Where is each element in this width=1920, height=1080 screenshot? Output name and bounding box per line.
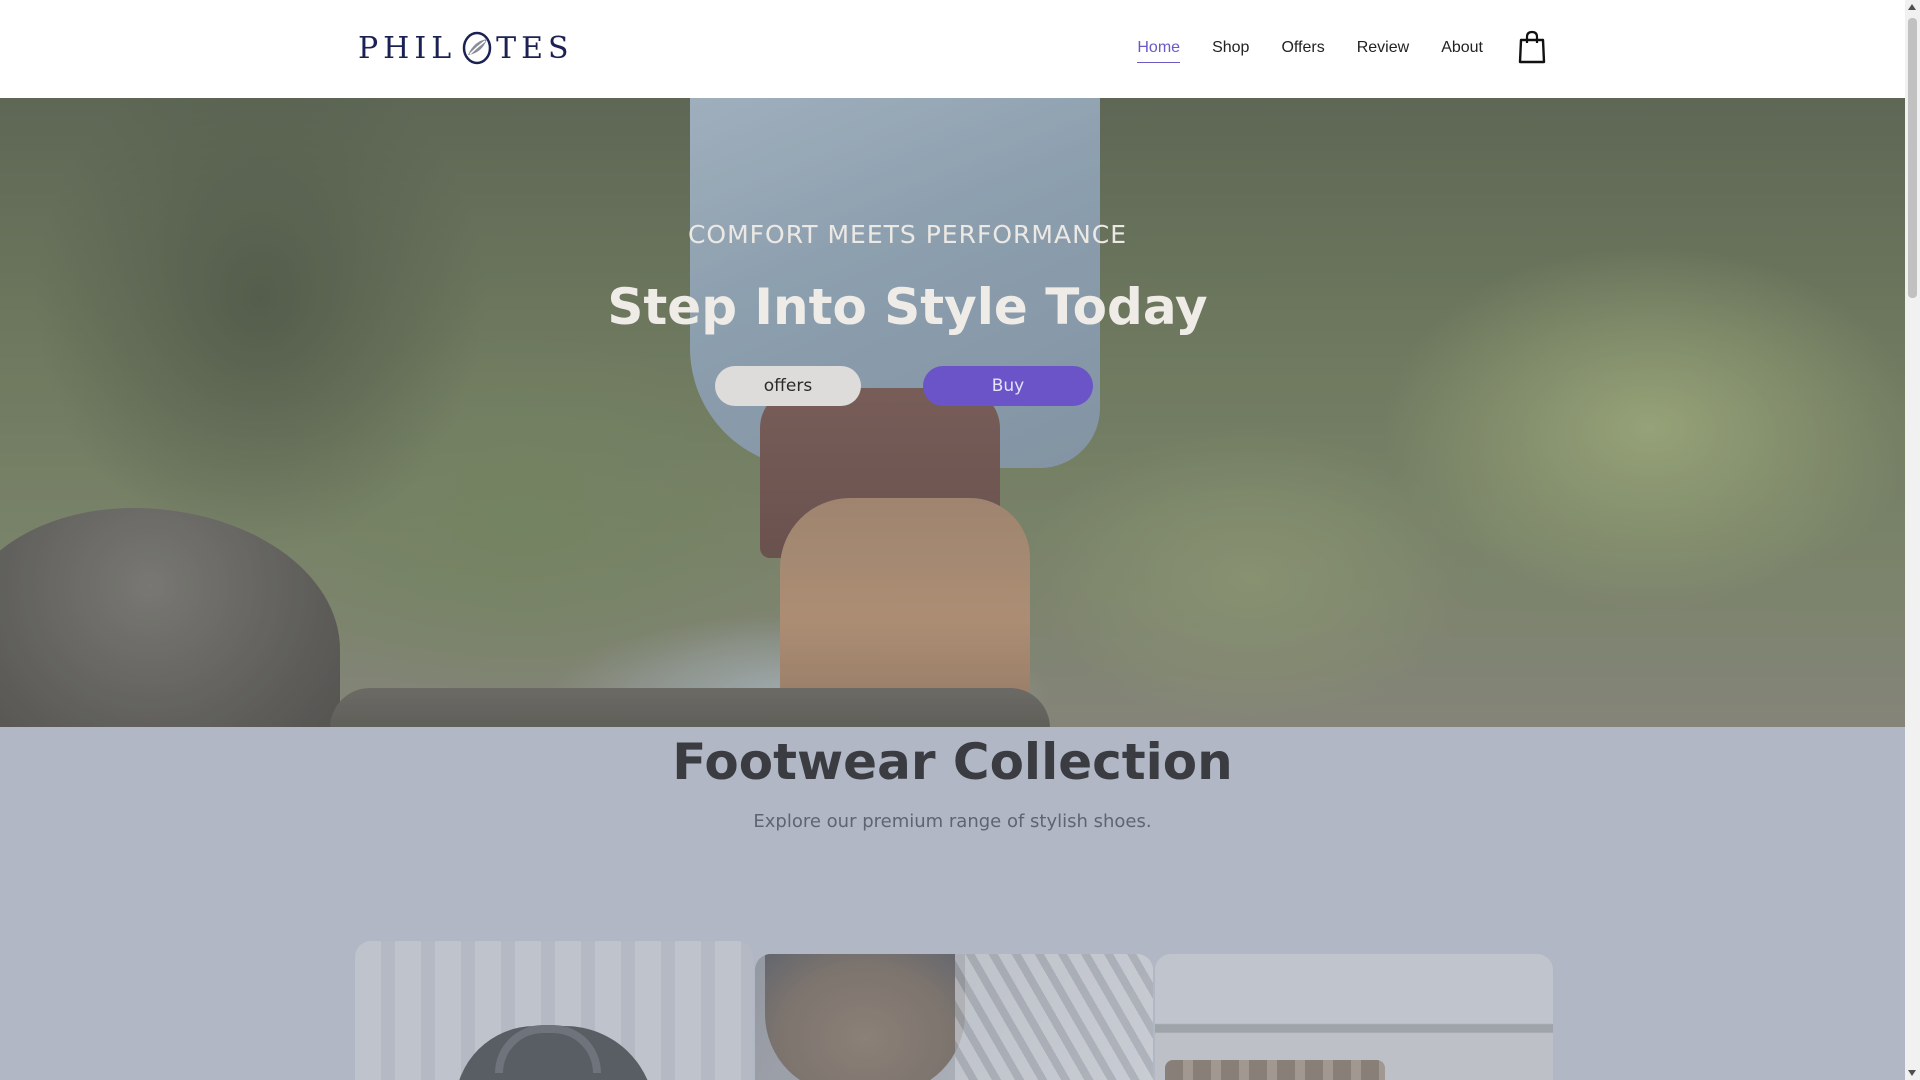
nav-review[interactable]: Review bbox=[1357, 38, 1409, 63]
site-header: PHIL TES Home Shop Offers Review About bbox=[0, 0, 1905, 98]
nav-about[interactable]: About bbox=[1441, 38, 1483, 63]
buy-button[interactable]: Buy bbox=[923, 366, 1093, 406]
scroll-down-icon[interactable] bbox=[1908, 1070, 1916, 1076]
collection-subtitle: Explore our premium range of stylish sho… bbox=[753, 811, 1152, 832]
card-overlay bbox=[355, 941, 753, 1080]
product-card[interactable] bbox=[1155, 954, 1553, 1080]
nav-shop[interactable]: Shop bbox=[1212, 38, 1249, 63]
scroll-up-icon[interactable] bbox=[1908, 4, 1916, 10]
hero-overlay bbox=[0, 98, 1905, 727]
hero-section: COMFORT MEETS PERFORMANCE Step Into Styl… bbox=[0, 98, 1905, 727]
scrollbar-thumb[interactable] bbox=[1908, 18, 1917, 298]
product-card[interactable] bbox=[355, 941, 753, 1080]
hero-eyebrow: COMFORT MEETS PERFORMANCE bbox=[687, 220, 1128, 249]
card-overlay bbox=[755, 954, 1153, 1080]
hero-title: Step Into Style Today bbox=[607, 278, 1208, 336]
product-card[interactable] bbox=[755, 954, 1153, 1080]
collection-title: Footwear Collection bbox=[672, 733, 1233, 791]
card-overlay bbox=[1155, 954, 1553, 1080]
nav-offers[interactable]: Offers bbox=[1281, 38, 1324, 63]
page-scrollbar[interactable] bbox=[1905, 0, 1920, 1080]
main-nav: Home Shop Offers Review About bbox=[1137, 38, 1483, 63]
logo-text-right: TES bbox=[496, 30, 574, 66]
offers-button[interactable]: offers bbox=[715, 366, 861, 406]
brand-logo[interactable]: PHIL TES bbox=[358, 30, 574, 66]
nav-home[interactable]: Home bbox=[1137, 38, 1181, 63]
logo-text-left: PHIL bbox=[358, 30, 457, 66]
shopping-bag-icon[interactable] bbox=[1518, 30, 1546, 64]
logo-emblem-icon bbox=[462, 31, 492, 65]
